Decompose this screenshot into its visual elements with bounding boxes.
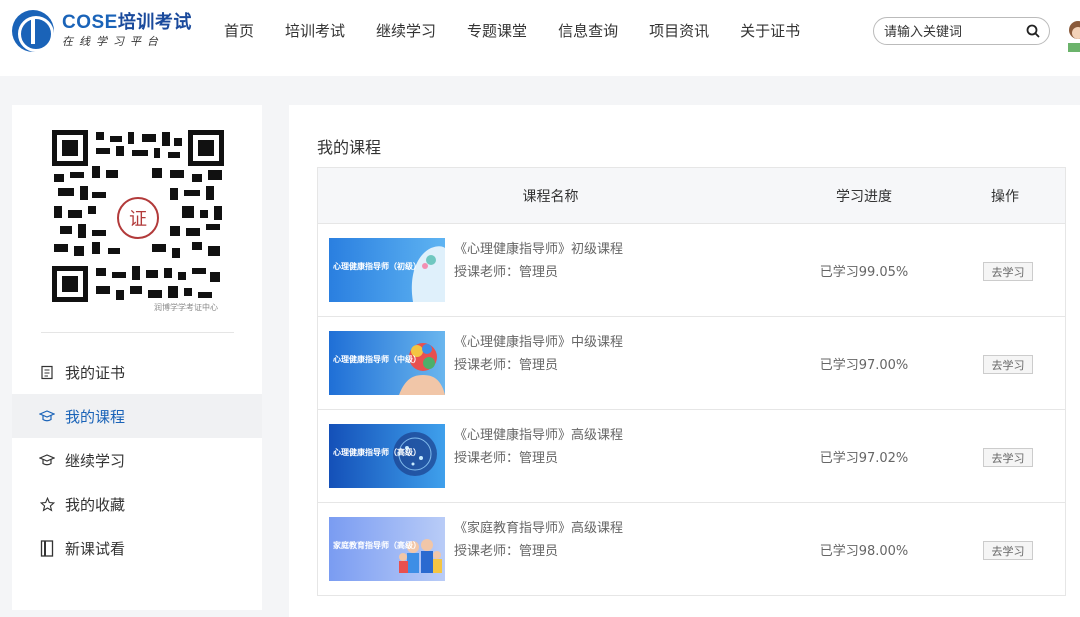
course-title-link[interactable]: 《心理健康指导师》初级课程: [454, 238, 623, 257]
logo-title-latin: COSE: [62, 12, 118, 33]
sidebar-item-my-courses[interactable]: 我的课程: [12, 394, 262, 438]
logo-emblem-icon: [12, 10, 54, 52]
user-avatar[interactable]: [1066, 16, 1080, 52]
qr-code-image: 证: [52, 130, 224, 302]
main-content: 我的课程 课程名称 学习进度 操作 心理健康指导师（初级） 《心理健康指导师》初…: [289, 105, 1080, 617]
column-header-course-name: 课程名称: [522, 188, 579, 205]
course-teacher: 授课老师：管理员: [454, 544, 559, 559]
thumbnail-title: 心理健康指导师（高级）: [333, 448, 421, 457]
star-icon: [39, 496, 55, 512]
nav-continue-learning[interactable]: 继续学习: [376, 20, 436, 41]
page-title: 我的课程: [317, 138, 382, 157]
sidebar: 证 润博学学考证中心 我的证书 我的课程 继续学习 我的收藏 新课试看: [12, 105, 262, 610]
search-input[interactable]: [884, 22, 1019, 42]
go-study-button[interactable]: 去学习: [983, 355, 1033, 374]
logo-title: COSE培训考试: [62, 12, 192, 34]
sidebar-item-my-favorites[interactable]: 我的收藏: [12, 482, 262, 526]
main-nav: 首页 培训考试 继续学习 专题课堂 信息查询 项目资讯 关于证书: [224, 20, 831, 41]
table-header: 课程名称 学习进度 操作: [318, 168, 1065, 224]
go-study-button[interactable]: 去学习: [983, 262, 1033, 281]
sidebar-menu: 我的证书 我的课程 继续学习 我的收藏 新课试看: [12, 350, 262, 570]
course-teacher: 授课老师：管理员: [454, 358, 559, 373]
certificate-icon: [39, 364, 55, 380]
sidebar-item-continue-learning[interactable]: 继续学习: [12, 438, 262, 482]
graduation-cap-icon: [39, 452, 55, 468]
course-title-link[interactable]: 《心理健康指导师》高级课程: [454, 424, 623, 443]
courses-table: 课程名称 学习进度 操作 心理健康指导师（初级） 《心理健康指导师》初级课程 授…: [317, 167, 1066, 596]
sidebar-item-label: 继续学习: [65, 451, 126, 470]
book-icon: [39, 539, 55, 557]
search-icon[interactable]: [1026, 24, 1040, 38]
thumbnail-title: 家庭教育指导师（高级）: [333, 541, 421, 550]
course-thumbnail[interactable]: 家庭教育指导师（高级）: [329, 517, 445, 581]
course-teacher: 授课老师：管理员: [454, 265, 559, 280]
logo-text: COSE培训考试 在线学习平台: [62, 12, 192, 50]
course-title-link[interactable]: 《家庭教育指导师》高级课程: [454, 517, 623, 536]
site-logo[interactable]: COSE培训考试 在线学习平台: [12, 10, 192, 52]
sidebar-item-new-course-preview[interactable]: 新课试看: [12, 526, 262, 570]
sidebar-item-label: 我的收藏: [65, 495, 126, 514]
nav-topic-classroom[interactable]: 专题课堂: [467, 20, 527, 41]
table-row: 心理健康指导师（中级） 《心理健康指导师》中级课程 授课老师：管理员 已学习97…: [318, 317, 1065, 410]
logo-subtitle: 在线学习平台: [62, 35, 164, 48]
column-header-progress: 学习进度: [836, 188, 892, 205]
course-progress: 已学习97.02%: [819, 451, 909, 466]
search-box: [873, 17, 1050, 45]
svg-text:证: 证: [129, 209, 147, 230]
sidebar-item-label: 我的证书: [65, 363, 126, 382]
table-row: 心理健康指导师（高级） 《心理健康指导师》高级课程 授课老师：管理员 已学习97…: [318, 410, 1065, 503]
course-progress: 已学习98.00%: [819, 544, 909, 559]
go-study-button[interactable]: 去学习: [983, 448, 1033, 467]
course-title-link[interactable]: 《心理健康指导师》中级课程: [454, 331, 623, 350]
course-teacher: 授课老师：管理员: [454, 451, 559, 466]
thumbnail-title: 心理健康指导师（中级）: [333, 355, 421, 364]
nav-training-exam[interactable]: 培训考试: [285, 20, 345, 41]
nav-home[interactable]: 首页: [224, 20, 254, 41]
go-study-button[interactable]: 去学习: [983, 541, 1033, 560]
nav-about-certificate[interactable]: 关于证书: [740, 20, 800, 41]
sidebar-item-my-certificates[interactable]: 我的证书: [12, 350, 262, 394]
sidebar-divider: [41, 332, 234, 333]
graduation-cap-icon: [39, 408, 55, 424]
nav-project-news[interactable]: 项目资讯: [649, 20, 709, 41]
table-row: 心理健康指导师（初级） 《心理健康指导师》初级课程 授课老师：管理员 已学习99…: [318, 224, 1065, 317]
qr-caption: 润博学学考证中心: [154, 303, 218, 312]
course-progress: 已学习99.05%: [819, 265, 909, 280]
course-thumbnail[interactable]: 心理健康指导师（高级）: [329, 424, 445, 488]
sidebar-item-label: 新课试看: [65, 539, 126, 558]
course-thumbnail[interactable]: 心理健康指导师（初级）: [329, 238, 445, 302]
top-header: COSE培训考试 在线学习平台 首页 培训考试 继续学习 专题课堂 信息查询 项…: [0, 0, 1080, 76]
nav-info-query[interactable]: 信息查询: [558, 20, 618, 41]
table-row: 家庭教育指导师（高级） 《家庭教育指导师》高级课程 授课老师：管理员 已学习98…: [318, 503, 1065, 595]
course-thumbnail[interactable]: 心理健康指导师（中级）: [329, 331, 445, 395]
logo-title-cn: 培训考试: [117, 12, 192, 33]
course-progress: 已学习97.00%: [819, 358, 909, 373]
thumbnail-title: 心理健康指导师（初级）: [333, 262, 421, 271]
column-header-action: 操作: [991, 188, 1019, 205]
sidebar-item-label: 我的课程: [65, 407, 126, 426]
